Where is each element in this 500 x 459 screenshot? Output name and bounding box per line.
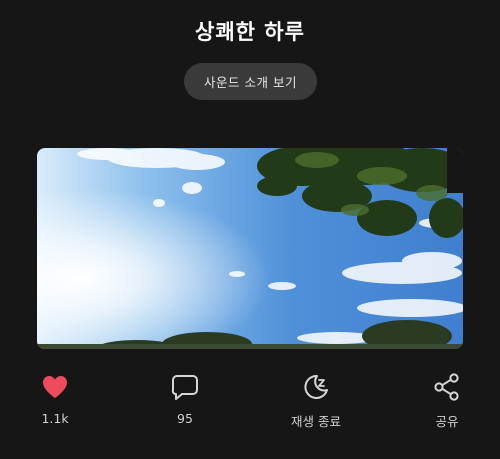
action-bar: 1.1k 95 재생 종료 공유 bbox=[0, 372, 500, 442]
sleep-timer-button[interactable]: 재생 종료 bbox=[276, 372, 356, 430]
comment-icon bbox=[171, 375, 198, 400]
share-icon bbox=[434, 373, 459, 401]
moon-zzz-icon bbox=[304, 374, 328, 399]
comment-count: 95 bbox=[177, 411, 193, 426]
like-count: 1.1k bbox=[41, 411, 69, 426]
sound-intro-button[interactable]: 사운드 소개 보기 bbox=[184, 63, 317, 100]
sleep-timer-label: 재생 종료 bbox=[291, 414, 341, 429]
heart-icon bbox=[43, 376, 67, 398]
share-button[interactable]: 공유 bbox=[407, 372, 487, 430]
share-label: 공유 bbox=[435, 414, 459, 429]
like-button[interactable]: 1.1k bbox=[15, 372, 95, 426]
comment-button[interactable]: 95 bbox=[145, 372, 225, 426]
page-title: 상쾌한 하루 bbox=[195, 20, 305, 44]
scene-image bbox=[37, 148, 463, 349]
